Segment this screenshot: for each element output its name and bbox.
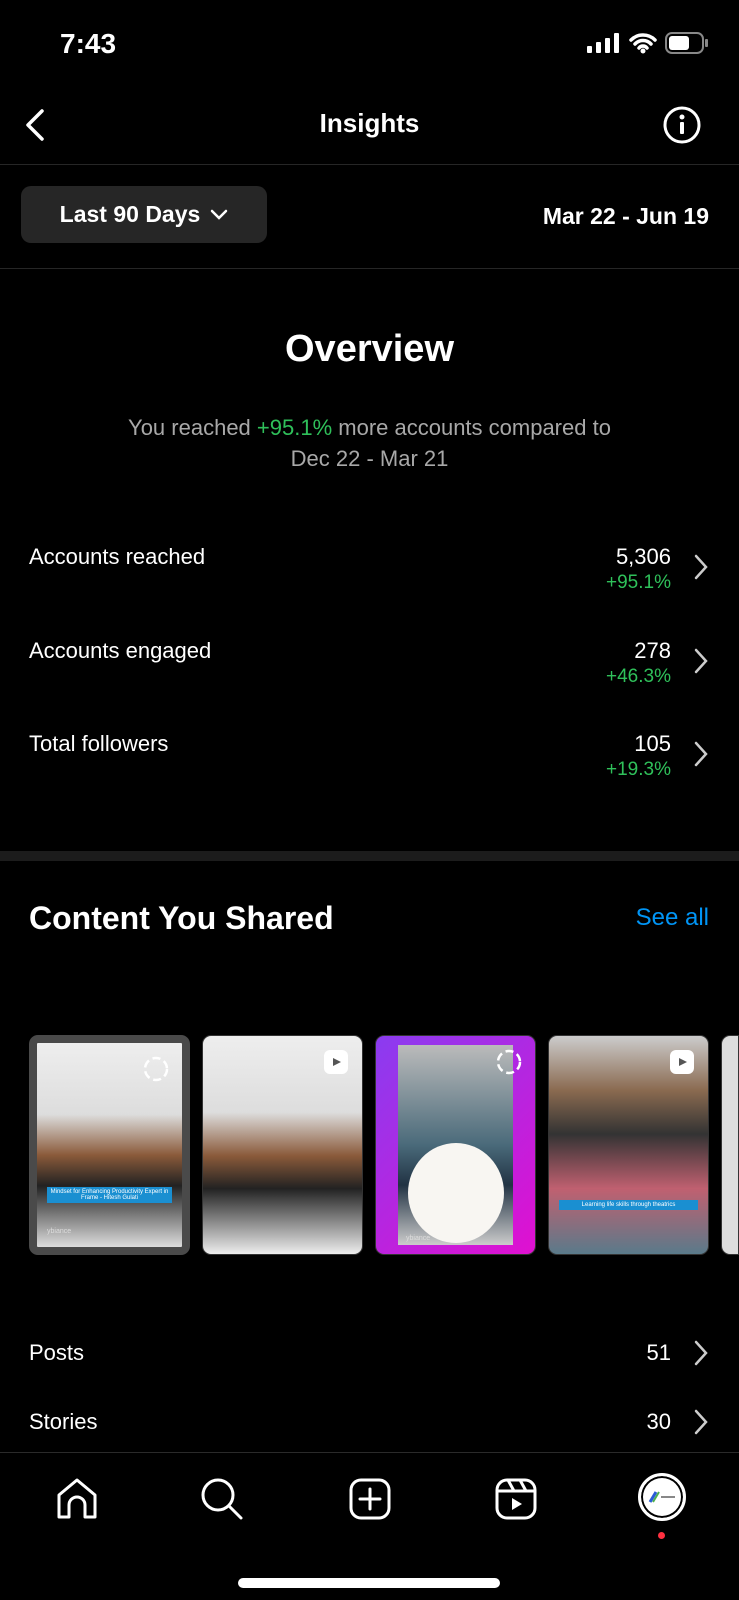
chevron-right-icon [694, 648, 708, 674]
metric-value: 5,306 [615, 544, 671, 569]
profile-logo-icon [648, 1491, 675, 1503]
signal-icon [587, 33, 619, 53]
home-indicator [238, 1578, 500, 1588]
thumbnail-caption: Mindset for Enhancing Productivity Exper… [47, 1187, 172, 1203]
content-thumbnail-story[interactable]: Mindset for Enhancing Productivity Exper… [29, 1035, 190, 1255]
posts-label: Posts [29, 1340, 85, 1365]
battery-icon [665, 32, 708, 54]
reels-icon [324, 1050, 348, 1074]
create-icon[interactable] [348, 1477, 392, 1521]
reels-icon [670, 1050, 694, 1074]
story-ring-icon [496, 1049, 522, 1075]
redacted-overlay [408, 1143, 504, 1243]
status-icons [587, 32, 709, 54]
see-all-link[interactable]: See all [636, 904, 709, 932]
wifi-icon [629, 33, 657, 54]
metric-label: Accounts reached [29, 544, 206, 569]
metric-row-accounts-reached[interactable]: Accounts reached 5,306 +95.1% [29, 544, 709, 614]
notification-dot [658, 1532, 665, 1539]
metric-change: +95.1% [606, 572, 671, 593]
story-ring-icon [143, 1056, 169, 1082]
chevron-down-icon [211, 209, 228, 220]
home-icon[interactable] [55, 1477, 99, 1521]
metric-change: +19.3% [606, 759, 671, 780]
divider [0, 164, 739, 165]
subtitle-percent: +95.1% [256, 415, 333, 440]
divider [0, 1452, 739, 1453]
posts-row[interactable]: Posts 51 [29, 1340, 709, 1410]
thumbnail-caption: Learning life skills through theatrics [559, 1200, 698, 1210]
content-thumbnail-story[interactable]: ybiance [375, 1035, 536, 1255]
chevron-right-icon [694, 741, 708, 767]
stories-count: 30 [646, 1409, 671, 1434]
content-thumbnail-partial[interactable] [721, 1035, 739, 1255]
date-filter-label: Last 90 Days [59, 201, 201, 227]
divider [0, 268, 739, 269]
content-thumbnail-reel[interactable]: Learning life skills through theatrics [548, 1035, 709, 1255]
chevron-right-icon [694, 1340, 708, 1366]
metric-label: Accounts engaged [29, 638, 212, 663]
overview-subtitle: You reached +95.1% more accounts compare… [60, 412, 679, 474]
profile-avatar[interactable] [638, 1473, 686, 1521]
info-icon[interactable] [662, 105, 702, 145]
metric-value: 105 [634, 731, 671, 756]
content-thumbnail-reel[interactable] [202, 1035, 363, 1255]
search-icon[interactable] [200, 1477, 244, 1521]
overview-title: Overview [285, 328, 454, 370]
metric-row-total-followers[interactable]: Total followers 105 +19.3% [29, 731, 709, 801]
metric-row-accounts-engaged[interactable]: Accounts engaged 278 +46.3% [29, 638, 709, 708]
subtitle-text: more accounts compared to [332, 415, 611, 440]
chevron-right-icon [694, 554, 708, 580]
subtitle-text: You reached [128, 415, 257, 440]
thumbnail-watermark: ybiance [406, 1235, 431, 1242]
bottom-nav [0, 1455, 739, 1545]
content-title: Content You Shared [29, 900, 334, 936]
date-range: Mar 22 - Jun 19 [542, 203, 709, 229]
chevron-right-icon [694, 1409, 708, 1435]
reels-icon[interactable] [494, 1477, 538, 1521]
metric-value: 278 [634, 638, 671, 663]
comparison-range: Dec 22 - Mar 21 [290, 446, 449, 471]
posts-count: 51 [646, 1340, 671, 1365]
thumbnail-watermark: ybiance [47, 1228, 72, 1235]
metric-change: +46.3% [606, 666, 671, 687]
date-filter-dropdown[interactable]: Last 90 Days [21, 186, 267, 243]
status-time: 7:43 [60, 28, 117, 59]
metric-label: Total followers [29, 731, 169, 756]
stories-label: Stories [29, 1409, 98, 1434]
page-title: Insights [319, 108, 420, 138]
section-divider [0, 851, 739, 861]
